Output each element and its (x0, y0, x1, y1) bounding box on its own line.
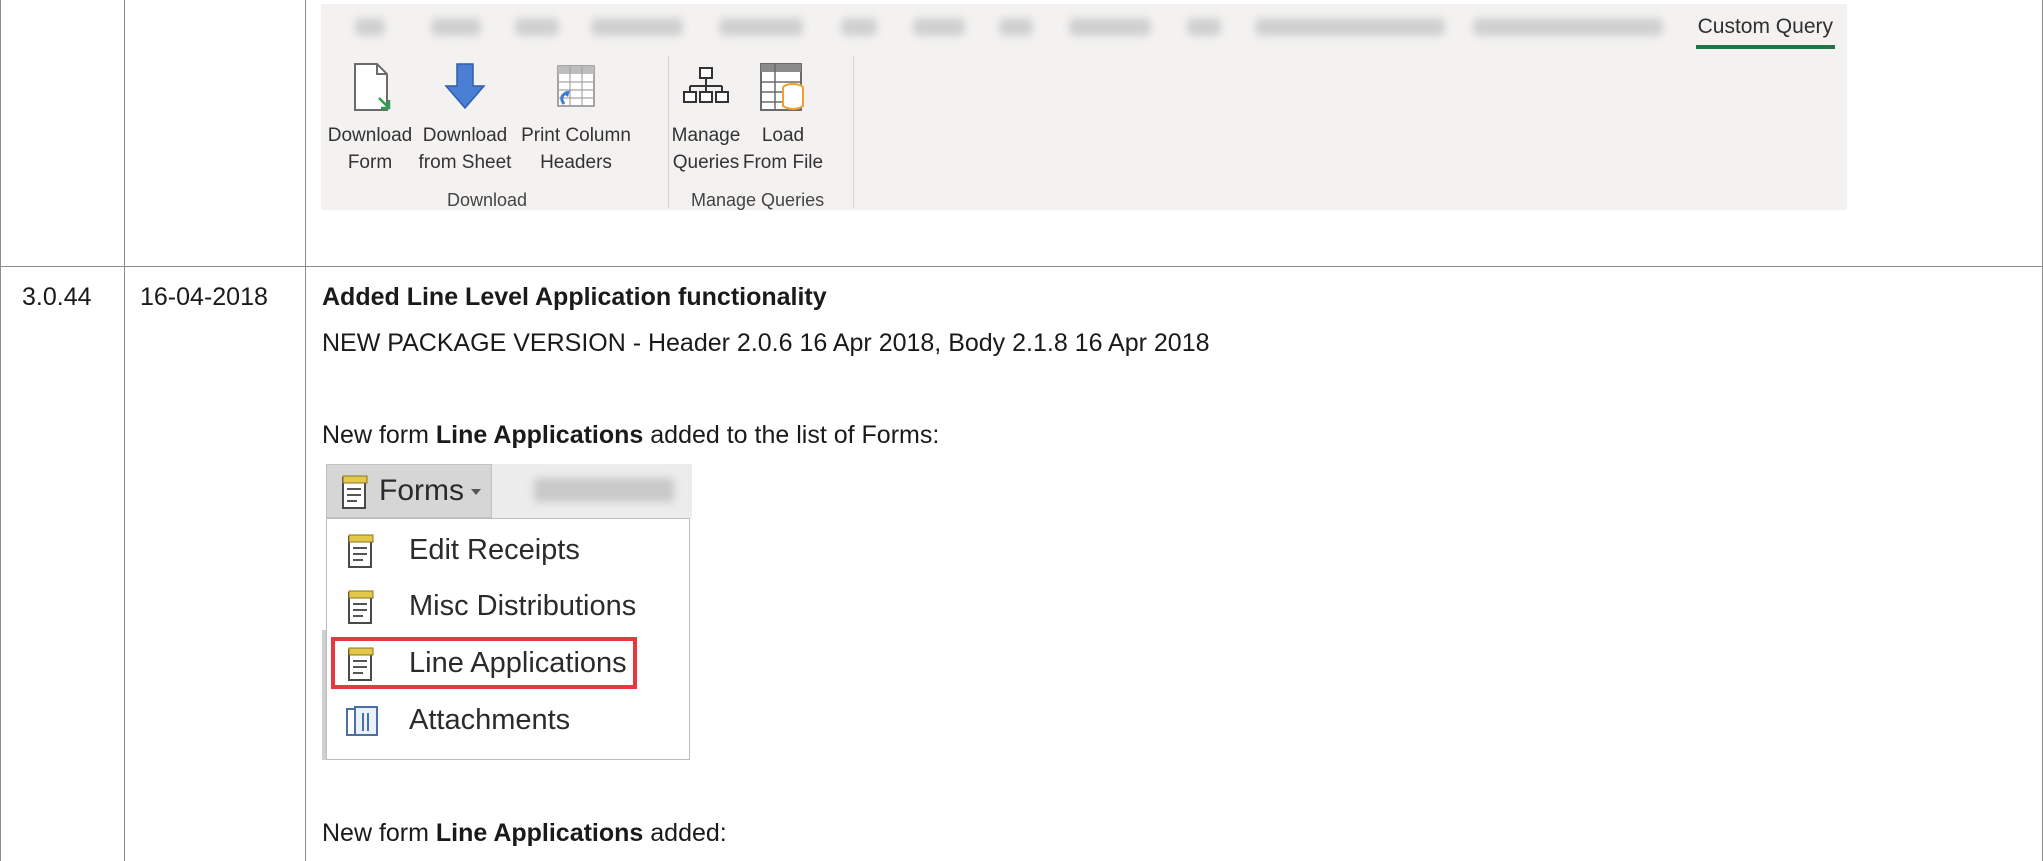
ribbon-tab-bar: Custom Query (321, 4, 1847, 50)
blurred-tab (515, 18, 559, 36)
forms-dropdown-button[interactable]: Forms (326, 464, 492, 518)
change-heading: Added Line Level Application functionali… (322, 283, 827, 311)
manage-queries-button[interactable]: Manage Queries (671, 60, 741, 176)
blurred-tab (913, 18, 965, 36)
form-icon (342, 475, 368, 509)
menu-item-misc-distributions[interactable]: Misc Distributions (327, 579, 689, 635)
blurred-tab (719, 18, 803, 36)
blurred-tab (431, 18, 481, 36)
forms-dropdown-menu: Edit Receipts Misc Distributions Line Ap… (326, 518, 690, 760)
blurred-tab (999, 18, 1033, 36)
note-suffix: added to the list of Forms: (643, 421, 940, 449)
print-column-headers-label-2: Headers (540, 152, 612, 173)
download-from-sheet-label-1: Download (422, 125, 508, 146)
chevron-down-icon (471, 489, 481, 495)
blurred-tab (1187, 18, 1221, 36)
table-headers-icon (557, 65, 595, 107)
ribbon-group-separator (853, 56, 854, 208)
row-divider (0, 266, 2043, 267)
form-icon (348, 534, 374, 568)
attachment-icon (346, 706, 378, 736)
print-column-headers-button[interactable]: Print Column Headers (513, 60, 639, 176)
hierarchy-icon (683, 67, 729, 103)
load-from-file-label-1: Load (761, 125, 805, 146)
date-cell: 16-04-2018 (140, 283, 268, 311)
download-from-sheet-label-2: from Sheet (418, 152, 512, 173)
download-form-label-2: Form (347, 152, 393, 173)
load-from-file-button[interactable]: Load From File (741, 60, 825, 176)
down-arrow-icon (444, 63, 486, 110)
changelog-table: Custom Query Download Form Download from… (0, 0, 2043, 861)
column-divider-1 (124, 0, 125, 861)
note-suffix: added: (643, 819, 727, 847)
group-label-download: Download (447, 190, 528, 210)
blurred-upload-button (534, 478, 674, 502)
forms-button-label: Forms (379, 474, 464, 507)
manage-queries-label-1: Manage (671, 125, 741, 146)
menu-item-edit-receipts[interactable]: Edit Receipts (327, 523, 689, 579)
forms-menu-screenshot: Forms Edit Receipts Misc Distributions L… (322, 462, 692, 762)
tab-custom-query[interactable]: Custom Query (1695, 12, 1835, 49)
highlight-box (331, 637, 637, 689)
note-prefix: New form (322, 819, 436, 847)
download-form-label-1: Download (327, 125, 413, 146)
manage-queries-label-2: Queries (672, 152, 740, 173)
print-column-headers-label-1: Print Column (521, 125, 631, 146)
note-prefix: New form (322, 421, 436, 449)
download-form-button[interactable]: Download Form (327, 60, 413, 176)
menu-item-label: Edit Receipts (409, 534, 580, 566)
menu-item-attachments[interactable]: Attachments (327, 693, 689, 749)
note-form-name: Line Applications (435, 819, 644, 847)
blurred-tab (591, 18, 683, 36)
table-border-left (0, 0, 1, 861)
column-divider-2 (305, 0, 306, 861)
blurred-tab (355, 18, 385, 36)
form-added-note: New form Line Applications added: (322, 817, 727, 849)
ribbon-group-separator (668, 56, 669, 208)
forms-list-note: New form Line Applications added to the … (322, 419, 939, 451)
note-form-name: Line Applications (435, 421, 644, 449)
blurred-tab (841, 18, 877, 36)
document-arrow-icon (354, 63, 391, 111)
load-from-file-label-2: From File (742, 152, 824, 173)
menu-item-label: Misc Distributions (409, 590, 637, 622)
ribbon-screenshot: Custom Query Download Form Download from… (321, 4, 1847, 210)
version-cell: 3.0.44 (22, 283, 92, 311)
package-version-line: NEW PACKAGE VERSION - Header 2.0.6 16 Ap… (322, 329, 1210, 357)
table-database-icon (760, 63, 804, 111)
blurred-tab (1255, 18, 1445, 36)
group-label-manage-queries: Manage Queries (691, 190, 825, 210)
form-icon (348, 590, 374, 624)
blurred-tab (1473, 18, 1663, 36)
menu-item-label: Attachments (409, 704, 571, 736)
download-from-sheet-button[interactable]: Download from Sheet (417, 60, 513, 176)
blurred-tab (1069, 18, 1151, 36)
